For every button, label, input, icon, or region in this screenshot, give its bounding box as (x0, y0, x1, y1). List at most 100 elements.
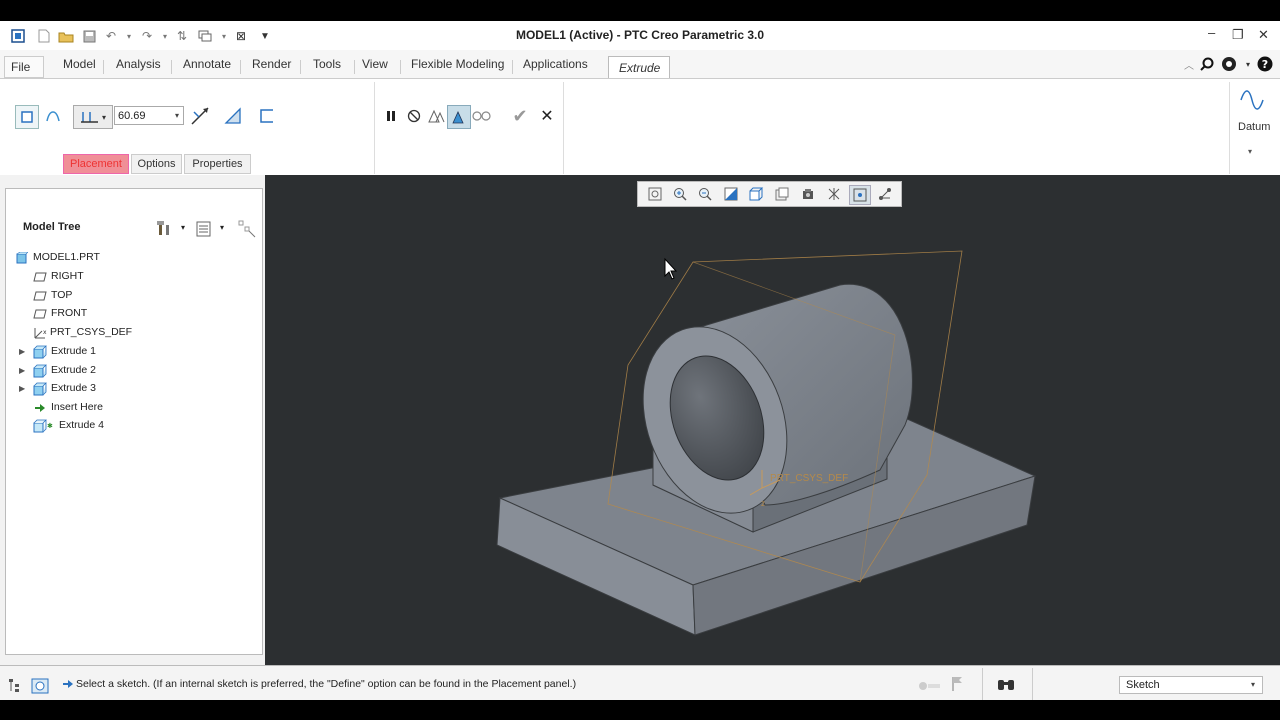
view-manager-icon[interactable] (772, 185, 792, 203)
datum-display-icon[interactable] (824, 185, 844, 203)
blind-depth-icon (80, 112, 98, 123)
depth-option-button[interactable]: ▾ (73, 105, 113, 129)
tab-render[interactable]: Render (244, 55, 299, 78)
tree-item-label: Extrude 1 (51, 345, 96, 357)
recording-icon[interactable] (918, 680, 942, 694)
expand-arrow-icon[interactable]: ▶ (19, 366, 25, 375)
spin-center-icon[interactable] (849, 185, 871, 205)
repaint-icon[interactable] (721, 185, 741, 203)
help-icon[interactable]: ? (1257, 56, 1273, 72)
remove-material-icon[interactable] (222, 105, 244, 127)
expand-arrow-icon[interactable]: ▶ (19, 384, 25, 393)
find-binoculars-icon[interactable] (997, 676, 1015, 695)
extrude-icon (33, 345, 47, 358)
saved-orientations-icon[interactable] (746, 185, 766, 203)
tree-filter-icon[interactable] (237, 219, 257, 242)
filter-dropdown-icon[interactable]: ▾ (1251, 680, 1255, 689)
minimize-icon[interactable]: – (1208, 25, 1215, 40)
no-preview-icon[interactable] (403, 105, 425, 127)
depth-dropdown-icon[interactable]: ▾ (175, 111, 179, 120)
tree-settings-dropdown-icon[interactable]: ▾ (181, 223, 185, 232)
navigator-panel: ★ Model Tree ▾ ▾ MODEL1.PRT RIGHT TOP FR… (0, 175, 265, 665)
separate-preview-icon[interactable] (425, 105, 447, 127)
flag-icon[interactable] (951, 676, 963, 695)
tree-item-right[interactable]: RIGHT (33, 268, 84, 285)
tab-annotate[interactable]: Annotate (175, 55, 239, 78)
zoom-in-icon[interactable] (670, 185, 690, 203)
navigator-toggle-icon[interactable] (8, 678, 22, 697)
tab-divider (171, 60, 172, 74)
depth-value-input[interactable] (114, 106, 184, 125)
tab-properties[interactable]: Properties (184, 154, 251, 174)
tab-applications[interactable]: Applications (515, 55, 596, 78)
model-tree-header: Model Tree (23, 221, 81, 233)
tab-file[interactable]: File ▾ (4, 56, 44, 93)
cancel-x-icon[interactable]: ✕ (536, 105, 558, 127)
show-columns-icon[interactable] (196, 221, 212, 240)
show-dropdown-icon[interactable]: ▾ (220, 223, 224, 232)
part-icon (15, 251, 29, 264)
flip-direction-icon[interactable] (189, 105, 211, 127)
tree-item-extrude-4[interactable]: ✱ Extrude 4 (33, 417, 104, 434)
tree-settings-icon[interactable] (156, 219, 172, 241)
refit-icon[interactable] (645, 185, 665, 203)
pause-icon[interactable] (380, 105, 402, 127)
search-icon[interactable] (1199, 56, 1215, 72)
status-message: Select a sketch. (If an internal sketch … (76, 678, 577, 690)
restore-icon[interactable]: ❐ (1232, 27, 1244, 43)
zoom-out-icon[interactable] (695, 185, 715, 203)
verify-mode-icon[interactable] (447, 105, 471, 129)
collapse-ribbon-icon[interactable]: ︿ (1181, 56, 1197, 72)
tree-item-insert-here[interactable]: Insert Here (33, 399, 103, 416)
tab-extrude[interactable]: Extrude (608, 56, 670, 79)
tab-model[interactable]: Model (55, 55, 104, 78)
tree-item-model1[interactable]: MODEL1.PRT (15, 249, 100, 266)
tree-item-csys[interactable]: x PRT_CSYS_DEF (32, 324, 132, 341)
tree-item-label: MODEL1.PRT (33, 251, 100, 263)
tab-file-label: File (11, 60, 31, 74)
tree-item-extrude-1[interactable]: Extrude 1 (33, 343, 96, 360)
thicken-sketch-icon[interactable] (256, 105, 278, 127)
solid-extrude-button[interactable] (15, 105, 39, 129)
tab-analysis[interactable]: Analysis (108, 55, 169, 78)
tab-view[interactable]: View (354, 55, 396, 78)
in-graphics-toolbar (637, 181, 902, 207)
svg-text:x: x (43, 329, 47, 336)
tree-item-label: Extrude 2 (51, 364, 96, 376)
datum-dropdown-icon[interactable]: ▾ (1248, 147, 1252, 156)
axis-label: z (761, 499, 765, 508)
tree-item-extrude-2[interactable]: Extrude 2 (33, 362, 96, 379)
status-bar: Select a sketch. (If an internal sketch … (0, 665, 1280, 701)
message-arrow-icon (62, 678, 74, 693)
tree-item-label: Extrude 4 (59, 419, 104, 431)
extrude-icon: ✱ (33, 419, 55, 432)
ribbon-divider (374, 82, 375, 174)
title-bar: ↶ ▾ ↷ ▾ ⇅ ▾ ⊠ ▼ MODEL1 (Active) - PTC Cr… (0, 21, 1280, 50)
close-icon[interactable]: ✕ (1258, 27, 1269, 43)
tree-item-extrude-3[interactable]: Extrude 3 (33, 380, 96, 397)
selection-filter-select[interactable]: Sketch (1119, 676, 1263, 694)
tab-tools[interactable]: Tools (305, 55, 349, 78)
tab-flexible-modeling[interactable]: Flexible Modeling (403, 55, 512, 78)
surface-extrude-button[interactable] (42, 105, 64, 127)
datum-button[interactable]: Datum (1238, 121, 1270, 133)
tab-divider (103, 60, 104, 74)
tree-item-top[interactable]: TOP (33, 287, 72, 304)
annotation-display-icon[interactable] (875, 185, 895, 203)
graphics-viewport[interactable]: PRT_CSYS_DEF z (265, 175, 1280, 665)
display-style-icon[interactable] (798, 185, 818, 203)
tab-options[interactable]: Options (131, 154, 182, 174)
glasses-preview-icon[interactable] (471, 105, 493, 127)
community-dropdown-icon[interactable]: ▾ (1240, 56, 1256, 72)
extrude-icon (33, 382, 47, 395)
tree-item-label: PRT_CSYS_DEF (50, 326, 133, 338)
tab-placement[interactable]: Placement (63, 154, 129, 174)
insert-arrow-icon (33, 402, 47, 414)
expand-arrow-icon[interactable]: ▶ (19, 347, 25, 356)
model-canvas[interactable] (265, 175, 1280, 665)
datum-sine-icon[interactable] (1239, 87, 1265, 113)
community-icon[interactable] (1221, 56, 1237, 72)
browser-toggle-icon[interactable] (31, 678, 49, 697)
tree-item-front[interactable]: FRONT (33, 305, 87, 322)
ok-checkmark-icon[interactable]: ✔ (509, 105, 531, 127)
